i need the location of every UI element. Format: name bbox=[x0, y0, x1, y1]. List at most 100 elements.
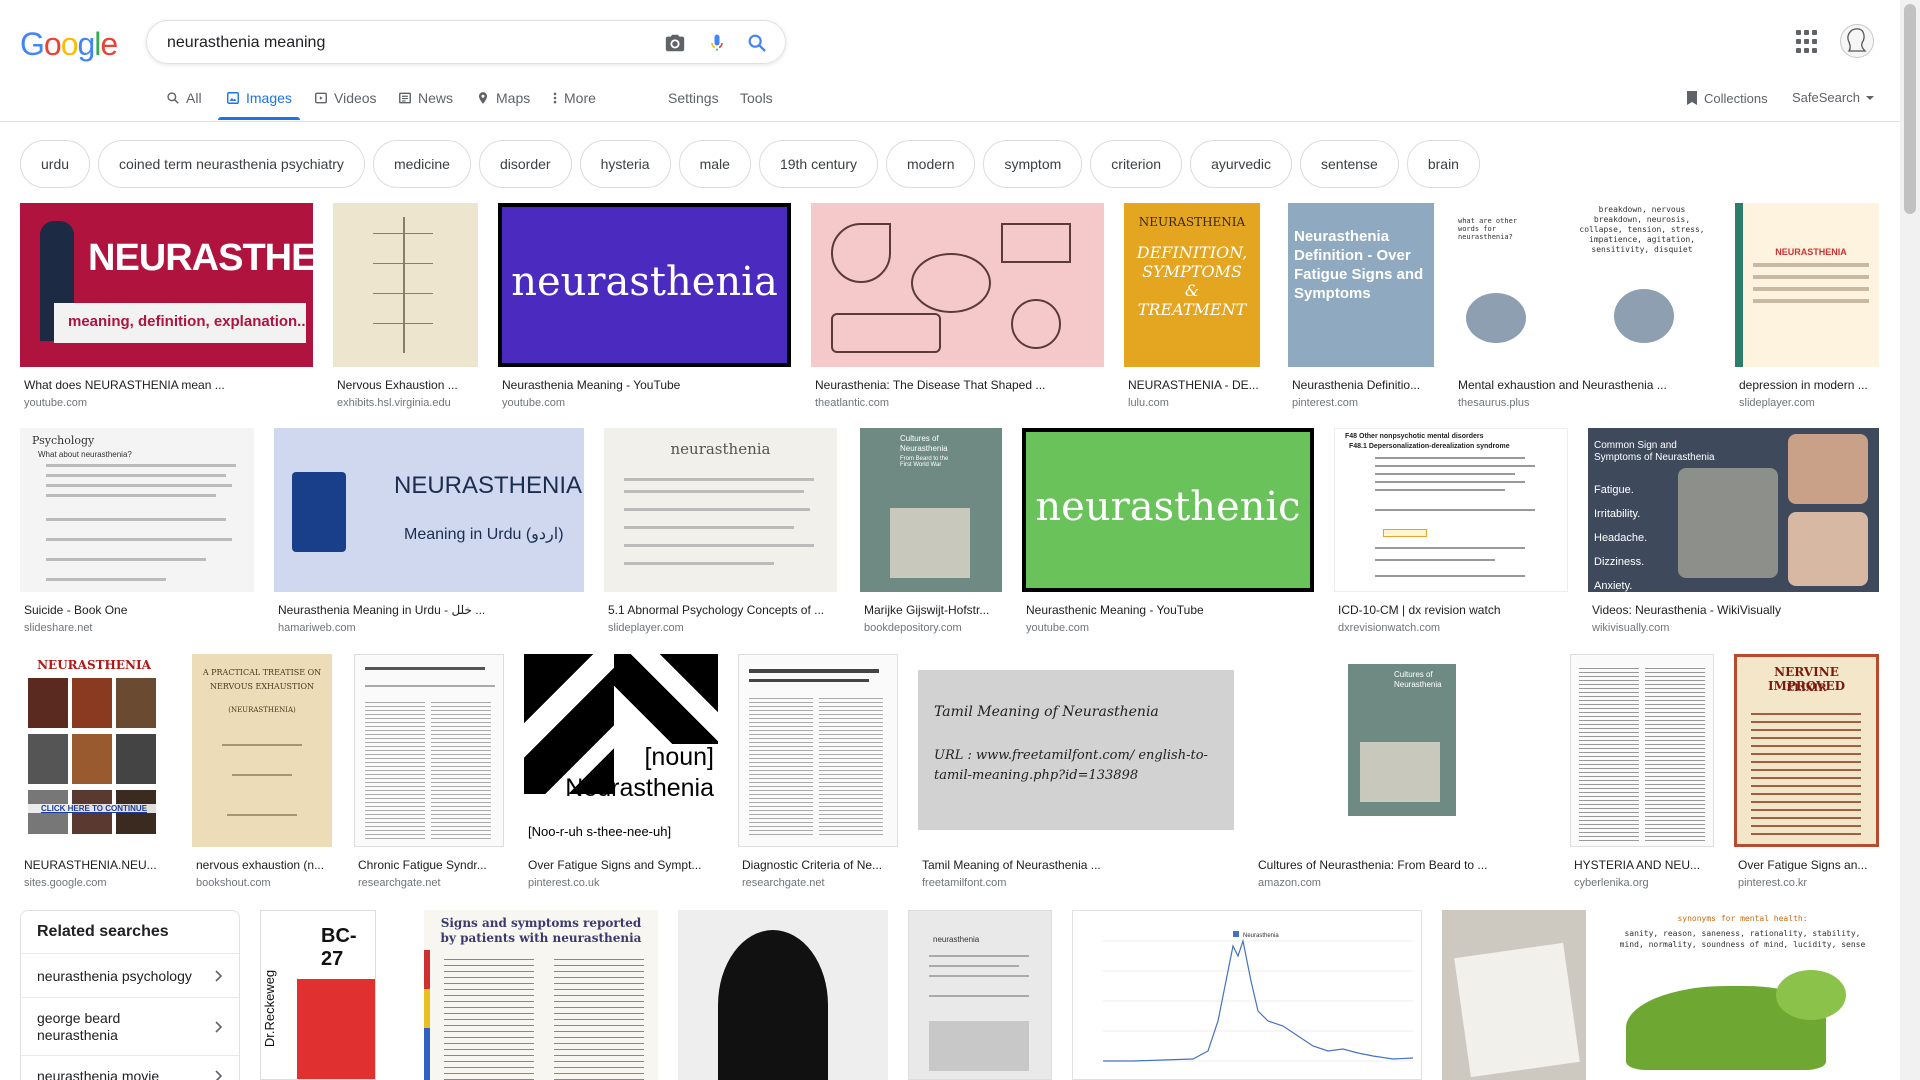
image-result[interactable]: Common Sign and Symptoms of Neurasthenia… bbox=[1588, 428, 1879, 634]
thumb-title: neurasthenia bbox=[670, 440, 771, 458]
collections-label: Collections bbox=[1704, 90, 1768, 106]
result-thumbnail: Tamil Meaning of Neurasthenia URL : www.… bbox=[918, 654, 1234, 847]
search-icon[interactable] bbox=[745, 31, 769, 55]
tab-more[interactable]: More bbox=[552, 90, 596, 106]
microphone-icon[interactable] bbox=[705, 31, 729, 55]
logo-letter: G bbox=[20, 26, 45, 62]
chip-sentense[interactable]: sentense bbox=[1300, 140, 1399, 188]
chip-ayurvedic[interactable]: ayurvedic bbox=[1190, 140, 1292, 188]
result-caption: Neurasthenia: The Disease That Shaped ..… bbox=[815, 378, 1046, 392]
thumb-subtitle: breakdown, nervous breakdown, neurosis, … bbox=[1579, 205, 1705, 254]
result-caption: HYSTERIA AND NEU... bbox=[1574, 858, 1701, 872]
result-thumbnail bbox=[811, 203, 1104, 367]
thumb-title: NEURASTHENIA bbox=[37, 658, 151, 672]
image-result[interactable]: what are other words for neurasthenia? b… bbox=[1454, 203, 1713, 409]
image-result[interactable]: NEURASTHENIA DEFINITION, SYMPTOMS & TREA… bbox=[1124, 203, 1260, 409]
image-result[interactable]: Signs and symptoms reported by patients … bbox=[424, 910, 658, 1080]
related-searches-title: Related searches bbox=[21, 911, 239, 954]
chip-coined-term[interactable]: coined term neurasthenia psychiatry bbox=[98, 140, 365, 188]
thumb-title: Psychology bbox=[32, 434, 95, 447]
chip-hysteria[interactable]: hysteria bbox=[579, 140, 671, 188]
image-result[interactable]: NEURASTHENIA Meaning in Urdu (اردو) Neur… bbox=[274, 428, 584, 634]
image-result[interactable]: Cultures of Neurasthenia From Beard to t… bbox=[860, 428, 1002, 634]
camera-icon[interactable] bbox=[663, 31, 687, 55]
related-search-item[interactable]: george beard neurasthenia bbox=[21, 998, 239, 1056]
result-thumbnail: Neurasthenia bbox=[1072, 910, 1422, 1080]
scrollbar-thumb[interactable] bbox=[1904, 4, 1916, 214]
result-caption: Diagnostic Criteria of Ne... bbox=[742, 858, 883, 872]
image-result[interactable]: NEURASTHENIA depression in modern ... sl… bbox=[1735, 203, 1879, 409]
image-result[interactable]: Psychology What about neurasthenia? Suic… bbox=[20, 428, 254, 634]
tab-label: News bbox=[418, 90, 454, 106]
chip-symptom[interactable]: symptom bbox=[983, 140, 1083, 188]
tab-label: Maps bbox=[496, 90, 531, 106]
result-thumbnail: Cultures of Neurasthenia From Beard to t… bbox=[860, 428, 1002, 592]
image-result[interactable]: Cultures of Neurasthenia Cultures of Neu… bbox=[1254, 654, 1550, 889]
chip-male[interactable]: male bbox=[678, 140, 751, 188]
thumb-title: F48 Other nonpsychotic mental disorders bbox=[1345, 433, 1484, 440]
collections-button[interactable]: Collections bbox=[1686, 90, 1768, 106]
apps-grid-icon[interactable] bbox=[1796, 30, 1820, 54]
image-result[interactable]: BC-27 Dr.Reckeweg bbox=[260, 910, 376, 1080]
safesearch-button[interactable]: SafeSearch bbox=[1792, 90, 1874, 105]
chip-modern[interactable]: modern bbox=[886, 140, 976, 188]
related-search-item[interactable]: neurasthenia movie bbox=[21, 1056, 239, 1080]
result-thumbnail: A PRACTICAL TREATISE ON NERVOUS EXHAUSTI… bbox=[192, 654, 332, 847]
result-thumbnail: neurasthenia bbox=[498, 203, 791, 367]
search-input[interactable] bbox=[167, 31, 627, 55]
scrollbar[interactable] bbox=[1900, 0, 1920, 1080]
image-result[interactable]: neurasthenia Neurasthenia Meaning - YouT… bbox=[498, 203, 791, 409]
image-icon bbox=[227, 92, 239, 104]
chip-brain[interactable]: brain bbox=[1406, 140, 1480, 188]
image-result[interactable]: NEURASTHENIA meaning, definition, explan… bbox=[20, 203, 313, 409]
image-result[interactable]: neurasthenia 5.1 Abnormal Psychology Con… bbox=[604, 428, 837, 634]
chip-medicine[interactable]: medicine bbox=[372, 140, 471, 188]
result-thumbnail: NEURASTHENIA meaning, definition, explan… bbox=[20, 203, 313, 367]
tools-link[interactable]: Tools bbox=[740, 90, 773, 106]
related-search-item[interactable]: neurasthenia psychology bbox=[21, 954, 239, 998]
image-result[interactable]: Tamil Meaning of Neurasthenia URL : www.… bbox=[918, 654, 1234, 889]
image-result[interactable]: HYSTERIA AND NEU... cyberlenika.org bbox=[1570, 654, 1714, 889]
image-result[interactable]: synonyms for mental health: sanity, reas… bbox=[1606, 910, 1879, 1080]
chip-disorder[interactable]: disorder bbox=[478, 140, 572, 188]
result-thumbnail: F48 Other nonpsychotic mental disorders … bbox=[1334, 428, 1568, 592]
image-result[interactable]: Neurasthenia Definition - Over Fatigue S… bbox=[1288, 203, 1434, 409]
image-result[interactable]: Neurasthenia bbox=[1072, 910, 1422, 1080]
tab-maps[interactable]: Maps bbox=[476, 90, 530, 106]
image-result[interactable]: A PRACTICAL TREATISE ON NERVOUS EXHAUSTI… bbox=[192, 654, 332, 889]
google-logo[interactable]: Google bbox=[20, 26, 118, 63]
tab-all[interactable]: All bbox=[166, 90, 202, 106]
settings-link[interactable]: Settings bbox=[668, 90, 719, 106]
avatar[interactable] bbox=[1840, 24, 1874, 58]
image-result[interactable]: NEURASTHENIA CLICK HERE TO CONTINUE NEUR… bbox=[20, 654, 168, 889]
result-thumbnail bbox=[738, 654, 898, 847]
result-thumbnail: NEURASTHENIA Meaning in Urdu (اردو) bbox=[274, 428, 584, 592]
result-source: slideplayer.com bbox=[1739, 397, 1815, 409]
image-result[interactable] bbox=[678, 910, 888, 1080]
image-result[interactable]: Diagnostic Criteria of Ne... researchgat… bbox=[738, 654, 898, 889]
image-result[interactable]: NERVINE IMPROVED ELIXIR Over Fatigue Sig… bbox=[1734, 654, 1879, 889]
result-caption: Over Fatigue Signs an... bbox=[1738, 858, 1868, 872]
image-result[interactable]: neurasthenia bbox=[908, 910, 1052, 1080]
image-result[interactable]: Neurasthenia: The Disease That Shaped ..… bbox=[811, 203, 1104, 409]
tab-videos[interactable]: Videos bbox=[314, 90, 377, 106]
chip-urdu[interactable]: urdu bbox=[20, 140, 91, 188]
thumb-subtitle: Meaning in Urdu (اردو) bbox=[404, 526, 564, 543]
tab-label: More bbox=[564, 90, 596, 106]
tab-news[interactable]: News bbox=[398, 90, 453, 106]
search-box[interactable] bbox=[146, 20, 786, 64]
image-result[interactable]: F48 Other nonpsychotic mental disorders … bbox=[1334, 428, 1568, 634]
image-result[interactable]: Nervous Exhaustion ... exhibits.hsl.virg… bbox=[333, 203, 478, 409]
result-caption: Mental exhaustion and Neurasthenia ... bbox=[1458, 378, 1667, 392]
thumb-title: BC-27 bbox=[321, 925, 357, 970]
image-result[interactable]: neurasthenic Neurasthenic Meaning - YouT… bbox=[1022, 428, 1314, 634]
image-result[interactable]: Chronic Fatigue Syndr... researchgate.ne… bbox=[354, 654, 504, 889]
chip-criterion[interactable]: criterion bbox=[1090, 140, 1183, 188]
image-result[interactable]: [noun] Neurasthenia [Noo-r-uh s-thee-nee… bbox=[524, 654, 718, 889]
chip-19th-century[interactable]: 19th century bbox=[758, 140, 879, 188]
refinement-chips: urdu coined term neurasthenia psychiatry… bbox=[20, 140, 1480, 188]
result-source: wikivisually.com bbox=[1592, 622, 1670, 634]
tab-images[interactable]: Images bbox=[226, 90, 292, 106]
image-result[interactable] bbox=[1442, 910, 1586, 1080]
thumb-title: neurasthenic bbox=[1035, 484, 1301, 530]
